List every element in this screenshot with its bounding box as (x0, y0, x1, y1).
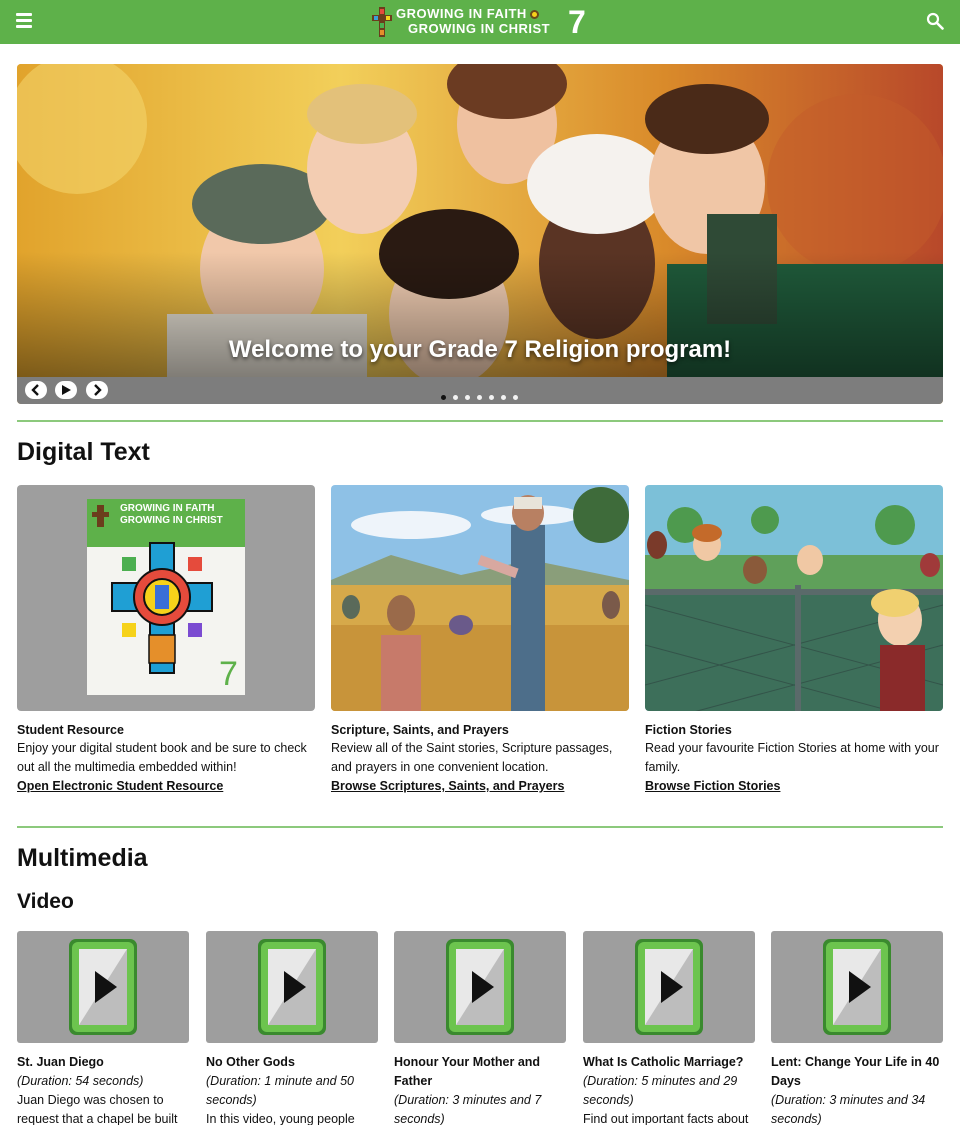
card-description: Review all of the Saint stories, Scriptu… (331, 741, 613, 774)
browse-scriptures-link[interactable]: Browse Scriptures, Saints, and Prayers (331, 777, 564, 796)
video-description: Juan Diego was chosen to request that a … (17, 1093, 178, 1125)
video-duration: (Duration: 3 minutes and 34 seconds) (771, 1093, 926, 1125)
logo-line-2: GROWING IN CHRIST (408, 21, 551, 36)
video-play-icon (635, 939, 703, 1035)
digital-text-heading: Digital Text (17, 438, 150, 466)
video-thumbnail[interactable] (771, 931, 943, 1043)
browse-fiction-link[interactable]: Browse Fiction Stories (645, 777, 780, 796)
video-title[interactable]: Lent: Change Your Life in 40 Days (771, 1053, 943, 1091)
video-card: What Is Catholic Marriage? (Duration: 5 … (583, 931, 755, 1125)
logo-grade: 7 (568, 4, 586, 40)
logo-line-1: GROWING IN FAITH (396, 6, 527, 21)
top-bar: GROWING IN FAITH GROWING IN CHRIST 7 (0, 0, 960, 44)
search-icon[interactable] (926, 12, 944, 30)
video-duration: (Duration: 1 minute and 50 seconds) (206, 1074, 355, 1107)
chevron-left-icon (31, 384, 39, 396)
video-play-icon (69, 939, 137, 1035)
card-student-resource: GROWING IN FAITH GROWING IN CHRIST 7 Stu… (17, 485, 315, 796)
card-title: Fiction Stories (645, 723, 732, 737)
section-divider (17, 420, 943, 422)
sunflower-icon (529, 10, 539, 20)
slide-indicator (441, 387, 525, 400)
slide-dot[interactable] (501, 395, 506, 400)
slide-dot[interactable] (465, 395, 470, 400)
slide-dot[interactable] (441, 395, 446, 400)
video-play-icon (446, 939, 514, 1035)
slide-dot[interactable] (453, 395, 458, 400)
video-thumbnail[interactable] (394, 931, 566, 1043)
cover-line-2: GROWING IN CHRIST (120, 515, 223, 526)
section-divider (17, 826, 943, 828)
open-student-resource-link[interactable]: Open Electronic Student Resource (17, 777, 223, 796)
card-description: Read your favourite Fiction Stories at h… (645, 741, 939, 774)
scripture-illustration[interactable] (331, 485, 629, 711)
play-icon (62, 385, 71, 395)
scripture-image (331, 485, 629, 711)
slide-dot[interactable] (477, 395, 482, 400)
card-title: Student Resource (17, 723, 124, 737)
multimedia-heading: Multimedia (17, 844, 148, 872)
video-title[interactable]: St. Juan Diego (17, 1053, 189, 1072)
video-card: Lent: Change Your Life in 40 Days (Durat… (771, 931, 943, 1125)
video-thumbnail[interactable] (206, 931, 378, 1043)
video-card: Honour Your Mother and Father (Duration:… (394, 931, 566, 1125)
card-description: Enjoy your digital student book and be s… (17, 741, 307, 774)
video-play-icon (258, 939, 326, 1035)
slide-dot[interactable] (513, 395, 518, 400)
video-description: Find out important facts about (583, 1112, 749, 1125)
video-card: No Other Gods (Duration: 1 minute and 50… (206, 931, 378, 1125)
cover-line-1: GROWING IN FAITH (120, 503, 215, 514)
chevron-right-icon (94, 384, 102, 396)
slide-dot[interactable] (489, 395, 494, 400)
cross-logo-icon (372, 7, 392, 37)
video-play-icon (823, 939, 891, 1035)
next-slide-button[interactable] (86, 381, 108, 399)
fiction-image (645, 485, 943, 711)
video-thumbnail[interactable] (17, 931, 189, 1043)
card-title: Scripture, Saints, and Prayers (331, 723, 509, 737)
previous-slide-button[interactable] (25, 381, 47, 399)
video-duration: (Duration: 5 minutes and 29 seconds) (583, 1074, 738, 1107)
hero-photo-students (17, 64, 943, 377)
card-fiction-stories: Fiction Stories Read your favourite Fict… (645, 485, 943, 796)
app-logo[interactable]: GROWING IN FAITH GROWING IN CHRIST 7 (372, 4, 592, 40)
hero-carousel: Welcome to your Grade 7 Religion program… (17, 64, 943, 404)
video-title[interactable]: No Other Gods (206, 1053, 378, 1072)
hamburger-menu-icon[interactable] (16, 13, 32, 29)
hero-caption: Welcome to your Grade 7 Religion program… (228, 336, 732, 363)
video-duration: (Duration: 3 minutes and 7 seconds) (394, 1093, 542, 1125)
logo-wordmark: GROWING IN FAITH GROWING IN CHRIST (396, 6, 550, 36)
play-slideshow-button[interactable] (55, 381, 77, 399)
video-subheading: Video (17, 890, 74, 913)
student-book-cover[interactable]: GROWING IN FAITH GROWING IN CHRIST 7 (17, 485, 315, 711)
video-card: St. Juan Diego (Duration: 54 seconds) Ju… (17, 931, 189, 1125)
carousel-controls (17, 377, 943, 404)
video-title[interactable]: What Is Catholic Marriage? (583, 1053, 755, 1072)
video-description: In this video, young people (206, 1112, 355, 1125)
video-duration: (Duration: 54 seconds) (17, 1074, 144, 1088)
cover-grade: 7 (219, 655, 238, 693)
video-thumbnail[interactable] (583, 931, 755, 1043)
card-scripture-saints-prayers: Scripture, Saints, and Prayers Review al… (331, 485, 629, 796)
video-title[interactable]: Honour Your Mother and Father (394, 1053, 566, 1091)
fiction-illustration[interactable] (645, 485, 943, 711)
